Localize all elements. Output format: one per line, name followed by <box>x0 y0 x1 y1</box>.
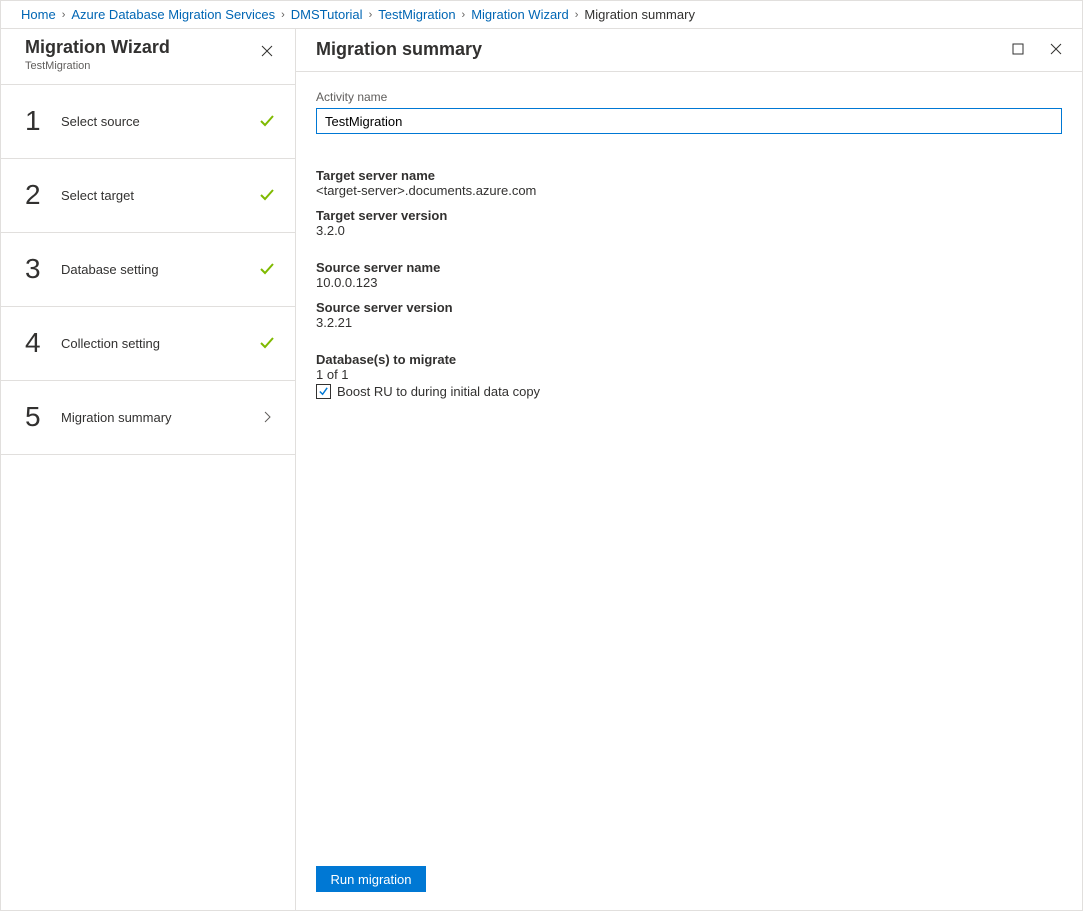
chevron-right-icon: › <box>575 9 579 21</box>
close-wizard-button[interactable] <box>253 37 281 65</box>
step-label: Select target <box>61 188 239 203</box>
breadcrumb-link-wizard[interactable]: Migration Wizard <box>471 7 569 22</box>
source-server-name-value: 10.0.0.123 <box>316 275 1062 290</box>
step-number: 2 <box>25 179 43 211</box>
step-number: 4 <box>25 327 43 359</box>
chevron-right-icon <box>257 411 277 423</box>
wizard-step-collection-setting[interactable]: 4 Collection setting <box>1 307 295 381</box>
restore-window-button[interactable] <box>1006 37 1030 61</box>
check-icon <box>257 113 277 129</box>
target-server-name-label: Target server name <box>316 168 1062 183</box>
databases-to-migrate-value: 1 of 1 <box>316 367 1062 382</box>
check-icon <box>257 261 277 277</box>
check-icon <box>318 386 329 397</box>
step-label: Migration summary <box>61 410 239 425</box>
chevron-right-icon: › <box>462 9 466 21</box>
close-icon <box>261 45 273 57</box>
source-server-name-label: Source server name <box>316 260 1062 275</box>
step-label: Database setting <box>61 262 239 277</box>
source-server-version-value: 3.2.21 <box>316 315 1062 330</box>
chevron-right-icon: › <box>62 9 66 21</box>
page-title: Migration summary <box>316 39 482 60</box>
breadcrumb-link-tutorial[interactable]: DMSTutorial <box>291 7 363 22</box>
breadcrumb: Home › Azure Database Migration Services… <box>1 1 1082 29</box>
wizard-step-select-source[interactable]: 1 Select source <box>1 85 295 159</box>
source-server-version-label: Source server version <box>316 300 1062 315</box>
wizard-step-database-setting[interactable]: 3 Database setting <box>1 233 295 307</box>
target-server-version-value: 3.2.0 <box>316 223 1062 238</box>
chevron-right-icon: › <box>369 9 373 21</box>
close-panel-button[interactable] <box>1044 37 1068 61</box>
boost-ru-label: Boost RU to during initial data copy <box>337 384 540 399</box>
activity-name-label: Activity name <box>316 90 1062 104</box>
breadcrumb-link-home[interactable]: Home <box>21 7 56 22</box>
wizard-step-select-target[interactable]: 2 Select target <box>1 159 295 233</box>
wizard-subtitle: TestMigration <box>25 60 170 72</box>
step-number: 5 <box>25 401 43 433</box>
step-label: Select source <box>61 114 239 129</box>
run-migration-button[interactable]: Run migration <box>316 866 426 892</box>
boost-ru-checkbox[interactable] <box>316 384 331 399</box>
target-server-name-value: <target-server>.documents.azure.com <box>316 183 1062 198</box>
wizard-title: Migration Wizard <box>25 37 170 59</box>
chevron-right-icon: › <box>281 9 285 21</box>
wizard-step-migration-summary[interactable]: 5 Migration summary <box>1 381 295 455</box>
breadcrumb-link-project[interactable]: TestMigration <box>378 7 455 22</box>
activity-name-input[interactable] <box>316 108 1062 134</box>
breadcrumb-link-services[interactable]: Azure Database Migration Services <box>71 7 275 22</box>
wizard-sidebar: Migration Wizard TestMigration 1 Select … <box>1 29 296 910</box>
breadcrumb-current: Migration summary <box>584 7 695 22</box>
step-number: 3 <box>25 253 43 285</box>
target-server-version-label: Target server version <box>316 208 1062 223</box>
step-number: 1 <box>25 105 43 137</box>
check-icon <box>257 335 277 351</box>
content-panel: Migration summary Activity name Target s… <box>296 29 1082 910</box>
step-label: Collection setting <box>61 336 239 351</box>
databases-to-migrate-label: Database(s) to migrate <box>316 352 1062 367</box>
restore-icon <box>1012 43 1024 55</box>
close-icon <box>1050 43 1062 55</box>
check-icon <box>257 187 277 203</box>
